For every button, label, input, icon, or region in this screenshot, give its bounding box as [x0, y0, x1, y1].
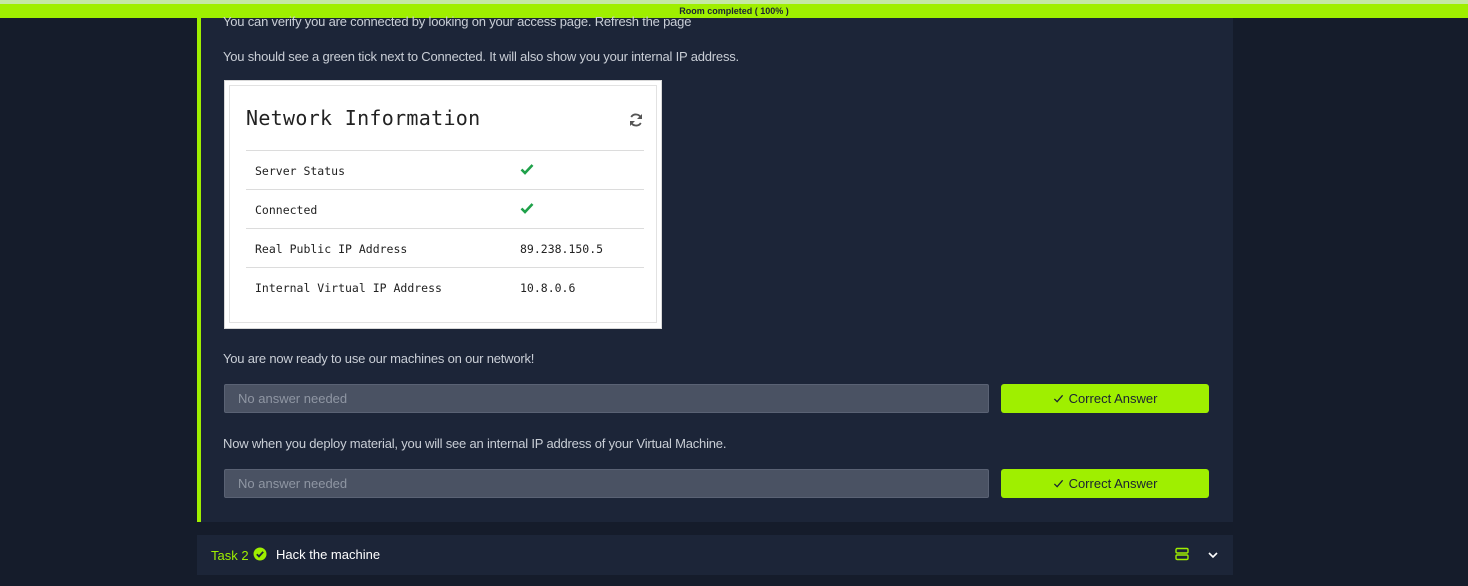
internal-ip-value: 10.8.0.6: [520, 281, 576, 295]
completed-check-circle-icon: [253, 547, 267, 561]
network-information-table: Server Status Connected Real Public IP A…: [246, 150, 644, 306]
task-title: Hack the machine: [276, 547, 381, 562]
network-information-card: Network Information Server Status Connec…: [229, 85, 657, 323]
room-progress-text: Room completed ( 100% ): [679, 6, 789, 16]
correct-answer-button-1[interactable]: Correct Answer: [1001, 384, 1209, 413]
public-ip-value: 89.238.150.5: [520, 242, 604, 256]
connected-label: Connected: [255, 203, 318, 217]
refresh-icon: [630, 113, 642, 127]
verify-paragraph: You can verify you are connected by look…: [223, 14, 692, 29]
network-information-image: Network Information Server Status Connec…: [224, 80, 662, 329]
check-icon: [1053, 394, 1063, 403]
chevron-down-icon[interactable]: [1207, 549, 1219, 561]
internal-ip-label: Internal Virtual IP Address: [255, 281, 442, 295]
server-icon: [1175, 547, 1189, 561]
correct-answer-label: Correct Answer: [1068, 476, 1158, 491]
room-progress-bar: Room completed ( 100% ): [0, 0, 1468, 18]
task-number: Task 2: [211, 548, 249, 563]
server-status-label: Server Status: [255, 164, 346, 178]
deploy-paragraph: Now when you deploy material, you will s…: [223, 436, 727, 451]
public-ip-label: Real Public IP Address: [255, 242, 408, 256]
ready-paragraph: You are now ready to use our machines on…: [223, 351, 535, 366]
correct-answer-button-2[interactable]: Correct Answer: [1001, 469, 1209, 498]
green-tick-paragraph: You should see a green tick next to Conn…: [223, 49, 739, 64]
network-information-title: Network Information: [246, 106, 481, 130]
table-row: Internal Virtual IP Address 10.8.0.6: [246, 267, 644, 306]
task-2-header[interactable]: Task 2 Hack the machine: [197, 535, 1233, 575]
check-icon: [520, 203, 534, 214]
table-row: Connected: [246, 189, 644, 228]
answer-input-1[interactable]: [224, 384, 989, 413]
answer-input-2[interactable]: [224, 469, 989, 498]
check-icon: [520, 164, 534, 175]
table-row: Server Status: [246, 150, 644, 189]
table-row: Real Public IP Address 89.238.150.5: [246, 228, 644, 267]
correct-answer-label: Correct Answer: [1068, 391, 1158, 406]
check-icon: [1053, 479, 1063, 488]
